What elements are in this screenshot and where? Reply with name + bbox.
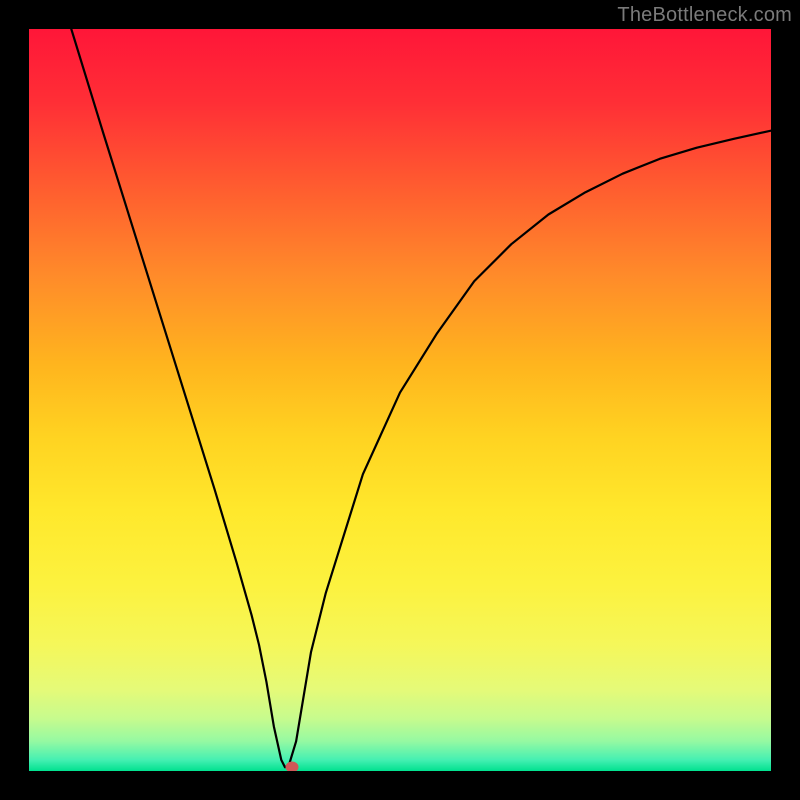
plot-area: [29, 29, 771, 771]
bottleneck-curve: [71, 29, 771, 767]
marker-dot: [286, 762, 299, 771]
watermark-text: TheBottleneck.com: [617, 4, 792, 27]
curve-svg: [29, 29, 771, 771]
